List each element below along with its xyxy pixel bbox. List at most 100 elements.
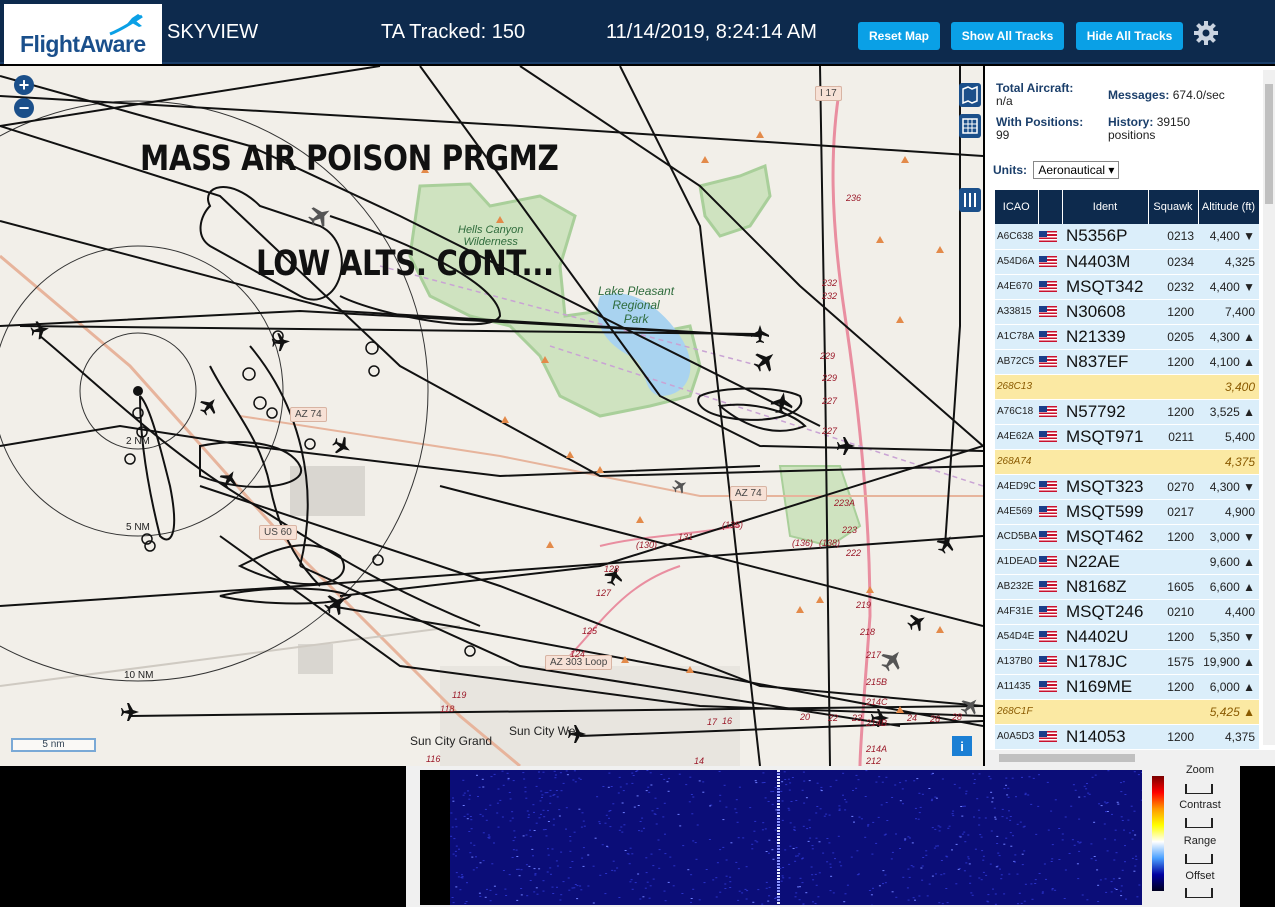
table-row[interactable]: 268C13 3,400 [995,374,1259,400]
flag-cell [1038,449,1062,475]
icao-cell: A1DEAD [995,549,1038,575]
column-header-flag[interactable] [1038,190,1063,224]
road-number: 215B [866,677,888,687]
hide-all-tracks-button[interactable]: Hide All Tracks [1076,22,1183,50]
table-row[interactable]: A4E670 MSQT342 0232 4,400 ▼ [995,274,1259,300]
plane-icon[interactable] [329,433,355,459]
plane-icon[interactable] [29,319,51,341]
plane-icon[interactable] [837,437,855,455]
logo-text: FlightAware [20,31,146,57]
plane-icon[interactable] [876,644,908,676]
grid-icon[interactable] [959,114,981,138]
columns-icon[interactable] [959,188,981,212]
table-row[interactable]: A4E569 MSQT599 0217 4,900 [995,499,1259,525]
table-row[interactable]: 268A74 4,375 [995,449,1259,475]
altitude-cell: 4,100 ▲ [1198,349,1259,375]
column-header-squawk[interactable]: Squawk [1148,190,1199,224]
us-flag-icon [1039,506,1057,518]
plane-icon[interactable] [196,393,222,419]
info-button[interactable]: i [952,736,972,756]
icao-cell: ACD5BA [995,524,1038,550]
plane-icon[interactable] [751,325,769,343]
range-label: 10 NM [124,670,154,681]
table-row[interactable]: A1C78A N21339 0205 4,300 ▲ [995,324,1259,350]
plane-icon[interactable] [769,390,795,416]
squawk-cell: 0205 [1148,324,1198,350]
table-row[interactable]: A4ED9C MSQT323 0270 4,300 ▼ [995,474,1259,500]
range-label: 2 NM [126,436,150,447]
units-select[interactable]: Aeronautical ▾ [1033,161,1120,179]
road-number: 227 [822,426,838,436]
table-row[interactable]: A11435 N169ME 1200 6,000 ▲ [995,674,1259,700]
table-row[interactable]: A33815 N30608 1200 7,400 [995,299,1259,325]
table-row[interactable]: 268C1F 5,425 ▲ [995,699,1259,725]
plane-icon[interactable] [670,476,690,496]
history-stat: History: 39150 positions [1108,116,1190,142]
table-row[interactable]: AB72C5 N837EF 1200 4,100 ▲ [995,349,1259,375]
plane-icon[interactable] [271,332,291,352]
flightaware-logo[interactable]: FlightAware [4,4,162,64]
zoom-in-button[interactable]: + [14,75,34,95]
table-row[interactable]: ACD5BA MSQT462 1200 3,000 ▼ [995,524,1259,550]
plane-icon[interactable] [904,609,930,635]
units-row: Units: Aeronautical ▾ [993,161,1120,179]
table-row[interactable]: A137B0 N178JC 1575 19,900 ▲ [995,649,1259,675]
vertical-scrollbar[interactable] [1263,70,1275,745]
plane-icon[interactable] [216,466,242,492]
column-header-ident[interactable]: Ident [1062,190,1149,224]
table-row[interactable]: A4F31E MSQT246 0210 4,400 [995,599,1259,625]
flag-cell [1038,374,1062,400]
ident-cell: N21339 [1062,324,1148,350]
icao-cell: AB72C5 [995,349,1038,375]
road-number: 217 [866,650,882,660]
plane-icon[interactable] [749,345,781,377]
tracked-count: TA Tracked: 150 [381,21,526,43]
table-row[interactable]: A54D6A N4403M 0234 4,325 [995,249,1259,275]
scrollbar-thumb[interactable] [999,754,1135,762]
table-row[interactable]: A6C638 N5356P 0213 4,400 ▼ [995,224,1259,250]
plane-icon[interactable] [305,201,335,231]
table-row[interactable]: A1DEAD N22AE 9,600 ▲ [995,549,1259,575]
zoom-slider[interactable] [1185,784,1213,794]
scrollbar-thumb[interactable] [1265,84,1273,204]
road-number: 118 [440,704,455,714]
plane-icon[interactable] [121,703,139,721]
map-layers-icon[interactable] [959,83,981,107]
us-flag-icon [1039,731,1057,743]
zoom-out-button[interactable]: − [14,98,34,118]
map-view[interactable]: + − MASS AIR POISON PRGMZ LOW ALTS. CONT… [0,66,983,766]
table-row[interactable]: A4E62A MSQT971 0211 5,400 [995,424,1259,450]
table-row[interactable]: AB232E N8168Z 1605 6,600 ▲ [995,574,1259,600]
squawk-cell [1148,374,1198,400]
show-all-tracks-button[interactable]: Show All Tracks [951,22,1064,50]
road-number: 116 [426,754,441,764]
header-bar: FlightAware SKYVIEW TA Tracked: 150 11/1… [0,0,1275,64]
gear-icon[interactable] [1193,20,1219,46]
icao-cell: A33815 [995,299,1038,325]
altitude-cell: 4,400 [1198,599,1259,625]
altitude-cell: 4,325 [1198,249,1259,275]
aircraft-table: ICAO Ident Squawk Altitude (ft) A6C638 N5… [995,190,1260,766]
column-header-icao[interactable]: ICAO [995,190,1039,224]
flag-cell [1038,549,1062,575]
ident-cell [1062,449,1148,475]
column-header-altitude[interactable]: Altitude (ft) [1198,190,1260,224]
road-number: 223 [842,525,858,535]
history-label: History: [1108,115,1154,129]
offset-slider[interactable] [1185,888,1213,898]
road-number: 26 [930,714,941,724]
table-row[interactable]: A54D4E N4402U 1200 5,350 ▼ [995,624,1259,650]
contrast-slider[interactable] [1185,818,1213,828]
highway-shield: AZ 74 [730,486,767,501]
road-number: 212 [866,756,882,766]
range-slider[interactable] [1185,854,1213,864]
table-row[interactable]: A76C18 N57792 1200 3,525 ▲ [995,399,1259,425]
flag-cell [1038,649,1062,675]
plane-icon[interactable] [321,589,351,619]
horizontal-scrollbar[interactable] [985,750,1275,766]
icao-cell: 268C13 [995,374,1038,400]
plane-icon[interactable] [933,531,959,557]
reset-map-button[interactable]: Reset Map [858,22,940,50]
table-row[interactable]: A0A5D3 N14053 1200 4,375 [995,724,1259,750]
squawk-cell: 0234 [1148,249,1198,275]
